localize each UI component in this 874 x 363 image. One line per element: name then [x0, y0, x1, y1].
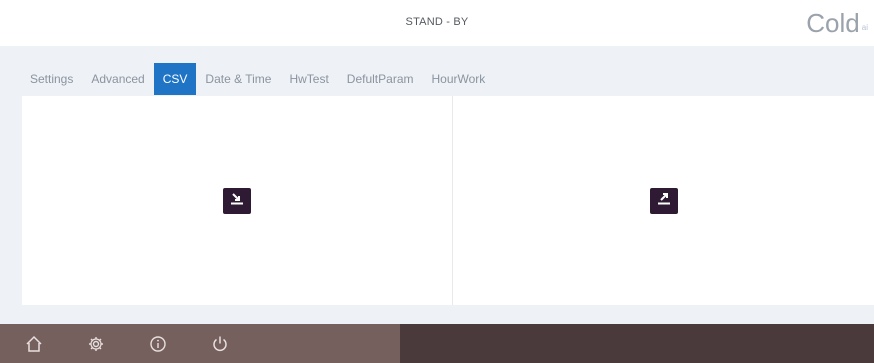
info-icon[interactable] [148, 334, 168, 354]
tab-advanced[interactable]: Advanced [82, 63, 153, 95]
brand-text: Cold [806, 8, 860, 38]
tab-hwtest[interactable]: HwTest [280, 63, 337, 95]
tab-bar: Settings Advanced CSV Date & Time HwTest… [20, 63, 494, 95]
gear-icon[interactable] [86, 334, 106, 354]
export-button[interactable] [649, 187, 678, 214]
tab-settings[interactable]: Settings [20, 63, 82, 95]
tab-defultparam[interactable]: DefultParam [338, 63, 423, 95]
bottom-toolbar [0, 324, 874, 363]
import-panel [22, 96, 453, 305]
footer-icon-bar [0, 324, 400, 363]
top-header: STAND - BY Cold ai [0, 0, 874, 46]
status-text: STAND - BY [405, 16, 469, 28]
footer-status-area [400, 324, 874, 363]
export-icon [657, 192, 671, 210]
power-icon[interactable] [210, 334, 230, 354]
brand-logo: Cold ai [806, 8, 868, 38]
tab-csv[interactable]: CSV [153, 63, 197, 95]
brand-superscript: ai [861, 23, 868, 32]
import-icon [230, 192, 244, 210]
tab-date-time[interactable]: Date & Time [196, 63, 280, 95]
tab-hourwork[interactable]: HourWork [423, 63, 495, 95]
csv-panel [22, 96, 874, 305]
export-panel [453, 96, 874, 305]
home-icon[interactable] [24, 334, 44, 354]
import-button[interactable] [223, 187, 251, 214]
